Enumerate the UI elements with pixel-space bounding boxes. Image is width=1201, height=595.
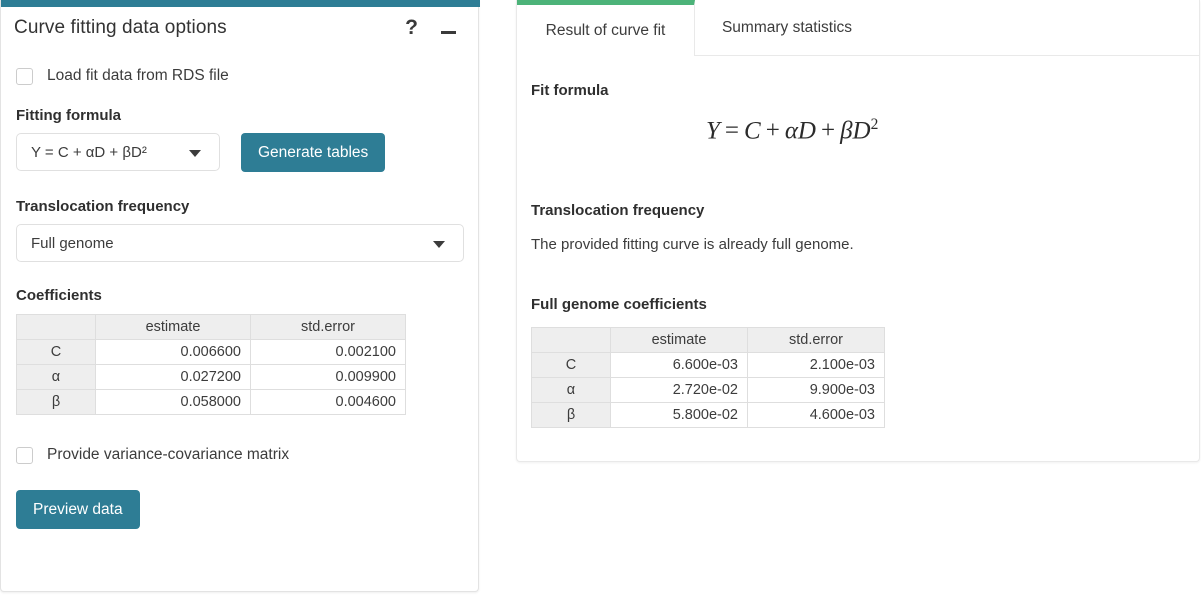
load-rds-checkbox[interactable] [16, 67, 33, 85]
cell-std-error-beta: 4.600e-03 [747, 402, 885, 428]
coefficients-table-wrap: estimate std.error C 0.006600 0.002100 α… [16, 314, 480, 415]
column-header-estimate: estimate [610, 327, 748, 353]
cell-std-error-c: 0.002100 [250, 339, 406, 365]
varcov-label: Provide variance-covariance matrix [47, 446, 290, 463]
column-header-std-error: std.error [250, 314, 406, 340]
tab-result-of-curve-fit[interactable]: Result of curve fit [517, 0, 695, 56]
fitting-formula-value: Y = C + αD + βD² [31, 143, 147, 161]
translocation-frequency-heading: Translocation frequency [531, 202, 705, 219]
full-genome-coefficients-table-wrap: estimate std.error C 6.600e-03 2.100e-03… [531, 327, 885, 428]
generate-tables-button[interactable]: Generate tables [241, 133, 386, 172]
column-header-std-error: std.error [747, 327, 885, 353]
cell-estimate-c: 0.006600 [95, 339, 251, 365]
preview-data-button[interactable]: Preview data [16, 490, 140, 529]
row-header-beta: β [16, 389, 96, 415]
load-rds-checkbox-row[interactable]: Load fit data from RDS file [1, 62, 480, 90]
cell-std-error-c: 2.100e-03 [747, 352, 885, 378]
fit-formula-expression: Y = C + αD + βD2 [706, 116, 879, 145]
cell-std-error-alpha: 0.009900 [250, 364, 406, 390]
table-row: α 0.027200 0.009900 [16, 364, 406, 390]
chevron-down-icon [189, 150, 201, 157]
varcov-checkbox[interactable] [16, 446, 33, 464]
full-genome-coefficients-table: estimate std.error C 6.600e-03 2.100e-03… [531, 327, 885, 428]
translocation-frequency-value: Full genome [31, 234, 114, 252]
cell-estimate-alpha: 2.720e-02 [610, 377, 748, 403]
cell-std-error-alpha: 9.900e-03 [747, 377, 885, 403]
table-row: β 0.058000 0.004600 [16, 389, 406, 415]
table-row: β 5.800e-02 4.600e-03 [531, 402, 885, 428]
translocation-frequency-select[interactable]: Full genome [16, 224, 464, 262]
fitting-formula-select[interactable]: Y = C + αD + βD² [16, 133, 220, 171]
row-header-c: C [531, 352, 611, 378]
row-header-c: C [16, 339, 96, 365]
row-header-alpha: α [531, 377, 611, 403]
fitting-formula-label: Fitting formula [16, 107, 121, 124]
fit-formula-heading: Fit formula [531, 82, 609, 99]
row-header-alpha: α [16, 364, 96, 390]
results-panel: Result of curve fit Summary statistics F… [516, 0, 1200, 462]
chevron-down-icon [433, 241, 445, 248]
varcov-checkbox-row[interactable]: Provide variance-covariance matrix [1, 441, 480, 469]
tab-summary-statistics[interactable]: Summary statistics [695, 0, 879, 56]
table-row: C 0.006600 0.002100 [16, 339, 406, 365]
cell-estimate-beta: 0.058000 [95, 389, 251, 415]
tab-label: Summary statistics [721, 18, 853, 36]
app-root: Curve fitting data options ? Load fit da… [0, 0, 1201, 595]
column-header-blank [16, 314, 96, 340]
cell-estimate-beta: 5.800e-02 [610, 402, 748, 428]
minimize-icon[interactable] [441, 30, 456, 34]
panel-header-actions: ? [405, 17, 456, 38]
help-icon[interactable]: ? [405, 17, 418, 38]
load-rds-label: Load fit data from RDS file [47, 67, 229, 84]
table-row: α 2.720e-02 9.900e-03 [531, 377, 885, 403]
cell-std-error-beta: 0.004600 [250, 389, 406, 415]
column-header-estimate: estimate [95, 314, 251, 340]
panel-accent-bar [1, 0, 480, 7]
table-row: C 6.600e-03 2.100e-03 [531, 352, 885, 378]
table-header-row: estimate std.error [16, 314, 406, 340]
table-header-row: estimate std.error [531, 327, 885, 353]
translocation-frequency-label: Translocation frequency [16, 198, 190, 215]
tab-bar-filler [879, 0, 1199, 56]
page-title: Curve fitting data options [14, 17, 227, 38]
panel-body: Load fit data from RDS file Fitting form… [1, 52, 480, 529]
full-genome-coefficients-heading: Full genome coefficients [531, 296, 707, 313]
column-header-blank [531, 327, 611, 353]
translocation-frequency-text: The provided fitting curve is already fu… [531, 236, 854, 253]
curve-fitting-options-panel: Curve fitting data options ? Load fit da… [0, 0, 480, 592]
cell-estimate-c: 6.600e-03 [610, 352, 748, 378]
row-header-beta: β [531, 402, 611, 428]
cell-estimate-alpha: 0.027200 [95, 364, 251, 390]
tab-label: Result of curve fit [545, 21, 666, 39]
panel-header: Curve fitting data options ? [1, 7, 480, 52]
coefficients-label: Coefficients [16, 287, 102, 304]
coefficients-table: estimate std.error C 0.006600 0.002100 α… [16, 314, 406, 415]
fitting-formula-row: Y = C + αD + βD² Generate tables [1, 133, 480, 179]
tab-bar: Result of curve fit Summary statistics [517, 0, 1199, 56]
